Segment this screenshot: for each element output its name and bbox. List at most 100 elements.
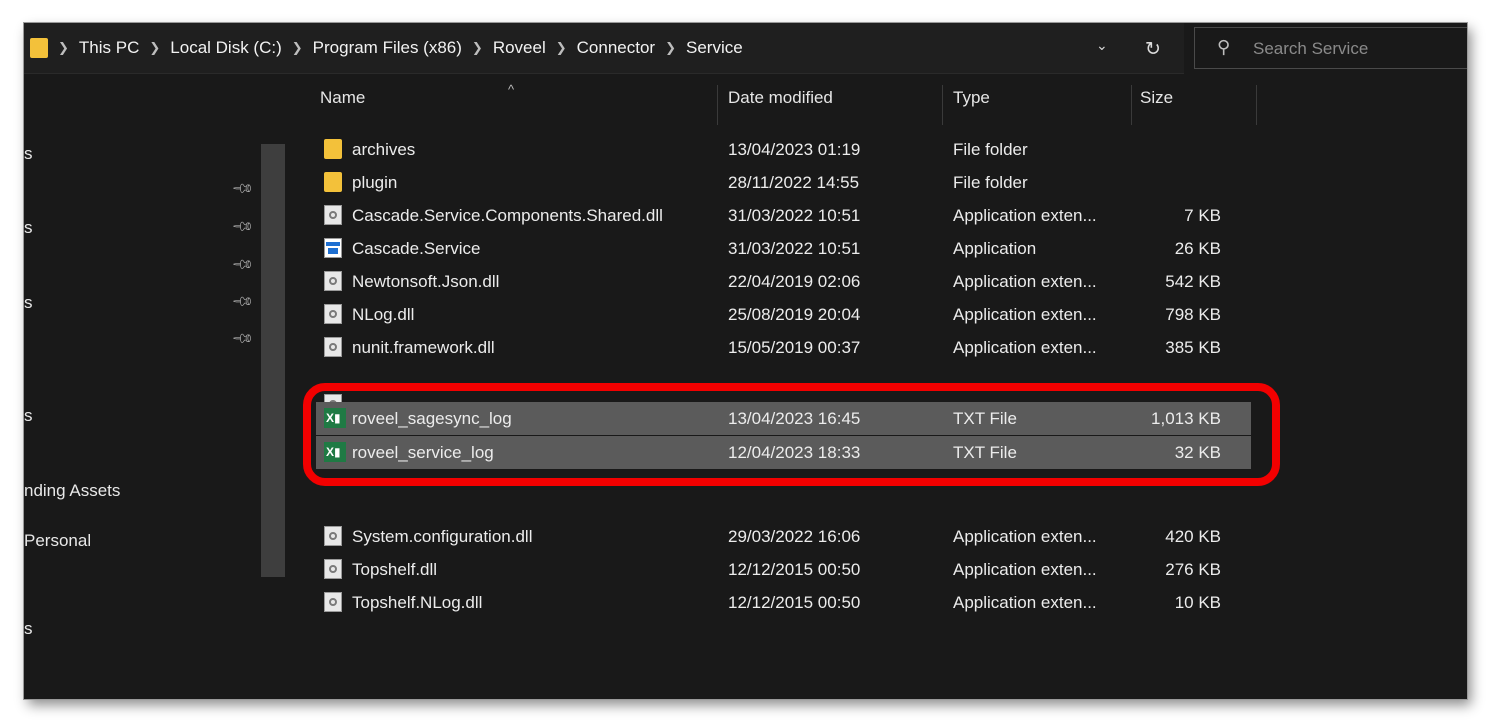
nav-item[interactable]: s (24, 293, 33, 313)
breadcrumb-connector[interactable]: Connector (577, 38, 655, 58)
file-type: File folder (953, 140, 1028, 159)
nav-item-landing-assets[interactable]: nding Assets (24, 481, 120, 501)
pin-icon: 📌︎ (231, 176, 256, 201)
file-type: Application exten... (953, 560, 1097, 579)
pin-icon: 📌︎ (231, 289, 256, 314)
file-row[interactable]: Cascade.Service.Components.Shared.dll 31… (316, 199, 1251, 232)
file-row[interactable]: Cascade.Service 31/03/2022 10:51 Applica… (316, 232, 1251, 265)
search-box[interactable]: ⚲ (1194, 27, 1467, 69)
file-type: Application exten... (953, 305, 1097, 324)
file-size: 32 KB (1174, 443, 1221, 462)
breadcrumb-roveel[interactable]: Roveel (493, 38, 546, 58)
chevron-right-icon[interactable]: ❯ (665, 40, 676, 56)
file-type: Application exten... (953, 527, 1097, 546)
file-name: roveel_sagesync_log (352, 409, 512, 428)
file-row[interactable]: Topshelf.NLog.dll 12/12/2015 00:50 Appli… (316, 586, 1251, 619)
file-type: TXT File (953, 443, 1017, 462)
dll-file-icon (324, 559, 342, 579)
file-date: 31/03/2022 10:51 (728, 206, 861, 225)
file-name: System.configuration.dll (352, 527, 533, 546)
file-row[interactable]: Topshelf.dll 12/12/2015 00:50 Applicatio… (316, 553, 1251, 586)
file-date: 13/04/2023 01:19 (728, 140, 861, 159)
nav-item[interactable]: s (24, 694, 33, 699)
file-name: NLog.dll (352, 305, 415, 324)
file-explorer-window: ❯ This PC ❯ Local Disk (C:) ❯ Program Fi… (24, 23, 1467, 699)
file-list: ^ Name Date modified Type Size archives … (288, 74, 1467, 699)
file-size: 26 KB (1174, 239, 1221, 258)
file-type: Application exten... (953, 206, 1097, 225)
column-header-date[interactable]: Date modified (728, 74, 938, 122)
file-row[interactable]: System.configuration.dll 29/03/2022 16:0… (316, 520, 1251, 553)
file-date: 31/03/2022 10:51 (728, 239, 861, 258)
column-divider[interactable] (1131, 85, 1132, 125)
file-name: nunit.framework.dll (352, 338, 495, 357)
breadcrumb-program-files[interactable]: Program Files (x86) (313, 38, 462, 58)
file-type: Application exten... (953, 272, 1097, 291)
search-input[interactable] (1251, 36, 1467, 62)
nav-item[interactable]: s (24, 218, 33, 238)
nav-item[interactable]: s (24, 619, 33, 639)
file-size: 276 KB (1165, 560, 1221, 579)
file-date: 15/05/2019 00:37 (728, 338, 861, 357)
file-date: 12/04/2023 18:33 (728, 443, 861, 462)
breadcrumb-service[interactable]: Service (686, 38, 743, 58)
chevron-right-icon[interactable]: ❯ (472, 40, 483, 56)
file-name: Cascade.Service.Components.Shared.dll (352, 206, 663, 225)
file-size: 385 KB (1165, 338, 1221, 357)
dll-file-icon (324, 205, 342, 225)
nav-item-personal[interactable]: Personal (24, 531, 91, 551)
file-row[interactable]: Newtonsoft.Json.dll 22/04/2019 02:06 App… (316, 265, 1251, 298)
folder-icon (30, 38, 48, 58)
file-type: TXT File (953, 409, 1017, 428)
column-header-size[interactable]: Size (1140, 74, 1250, 122)
file-size: 420 KB (1165, 527, 1221, 546)
nav-scrollbar-thumb[interactable] (261, 144, 285, 577)
file-row-selected[interactable]: X▮ roveel_service_log 12/04/2023 18:33 T… (316, 436, 1251, 469)
pin-icon: 📌︎ (231, 326, 256, 351)
chevron-down-icon[interactable]: ⌄ (1096, 37, 1108, 54)
file-name: Newtonsoft.Json.dll (352, 272, 500, 291)
file-size: 1,013 KB (1151, 409, 1221, 428)
file-date: 25/08/2019 20:04 (728, 305, 861, 324)
column-divider[interactable] (717, 85, 718, 125)
file-name: plugin (352, 173, 398, 192)
chevron-right-icon[interactable]: ❯ (58, 40, 69, 56)
column-header-type[interactable]: Type (953, 74, 1133, 122)
refresh-button[interactable]: ↻ (1136, 32, 1170, 66)
nav-item[interactable]: s (24, 406, 33, 426)
chevron-right-icon[interactable]: ❯ (149, 40, 160, 56)
file-row-archives[interactable]: archives 13/04/2023 01:19 File folder (316, 133, 1251, 166)
file-date: 12/12/2015 00:50 (728, 593, 861, 612)
excel-file-icon: X▮ (324, 442, 346, 462)
breadcrumb: ❯ This PC ❯ Local Disk (C:) ❯ Program Fi… (30, 23, 743, 73)
file-date: 28/11/2022 14:55 (728, 173, 860, 192)
file-row-plugin[interactable]: plugin 28/11/2022 14:55 File folder (316, 166, 1251, 199)
file-date: 22/04/2019 02:06 (728, 272, 861, 291)
file-name: Topshelf.dll (352, 560, 438, 579)
file-date: 12/12/2015 00:50 (728, 560, 861, 579)
refresh-icon: ↻ (1145, 38, 1161, 60)
pin-icon: 📌︎ (231, 252, 256, 277)
column-header-name[interactable]: Name (318, 74, 716, 122)
file-row[interactable]: NLog.dll 25/08/2019 20:04 Application ex… (316, 298, 1251, 331)
chevron-right-icon[interactable]: ❯ (556, 40, 567, 56)
excel-file-icon: X▮ (324, 408, 346, 428)
chevron-right-icon[interactable]: ❯ (292, 40, 303, 56)
search-icon: ⚲ (1217, 37, 1231, 57)
column-divider[interactable] (942, 85, 943, 125)
file-size: 7 KB (1184, 206, 1221, 225)
address-bar[interactable]: ❯ This PC ❯ Local Disk (C:) ❯ Program Fi… (24, 23, 1184, 74)
breadcrumb-this-pc[interactable]: This PC (79, 38, 139, 58)
application-icon (324, 238, 342, 258)
file-row[interactable]: nunit.framework.dll 15/05/2019 00:37 App… (316, 331, 1251, 364)
file-name: Cascade.Service (352, 239, 481, 258)
file-type: File folder (953, 173, 1028, 192)
file-size: 542 KB (1165, 272, 1221, 291)
nav-item[interactable]: s (24, 144, 33, 164)
dll-file-icon (324, 304, 342, 324)
dll-file-icon (324, 337, 342, 357)
column-divider[interactable] (1256, 85, 1257, 125)
breadcrumb-local-disk[interactable]: Local Disk (C:) (170, 38, 281, 58)
file-row-selected[interactable]: X▮ roveel_sagesync_log 13/04/2023 16:45 … (316, 402, 1251, 435)
file-type: Application exten... (953, 593, 1097, 612)
